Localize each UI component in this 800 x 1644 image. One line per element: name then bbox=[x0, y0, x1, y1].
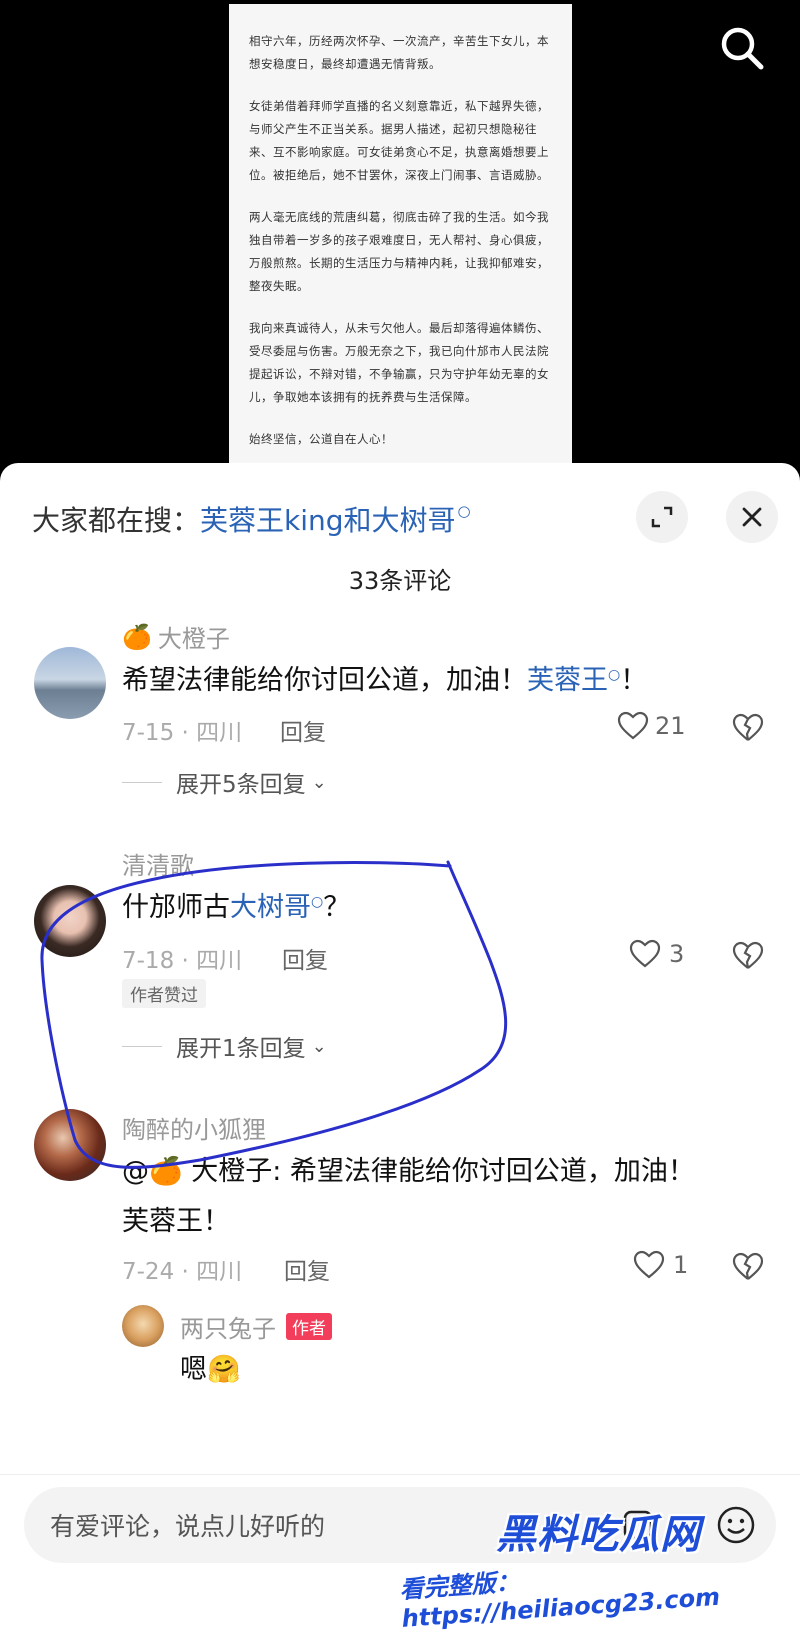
doc-paragraph: 始终坚信，公道自在人心！ bbox=[249, 432, 393, 446]
comment-date: 7-18 · 四川 bbox=[122, 948, 243, 974]
heart-icon bbox=[617, 711, 649, 740]
avatar[interactable] bbox=[122, 1305, 164, 1347]
heart-icon bbox=[629, 939, 661, 968]
orange-emoji: 🍊 bbox=[122, 622, 152, 651]
divider bbox=[0, 1474, 800, 1475]
expand-icon bbox=[651, 506, 673, 528]
dislike-button[interactable] bbox=[732, 1252, 764, 1286]
hug-emoji: 🤗 bbox=[207, 1354, 241, 1385]
search-icon: ○ bbox=[608, 667, 621, 683]
broken-heart-icon bbox=[732, 713, 764, 741]
trending-keyword[interactable]: 芙蓉王king和大树哥 bbox=[200, 499, 456, 539]
doc-paragraph: 我向来真诚待人，从未亏欠他人。最后却落得遍体鳞伤、受尽委屈与伤害。万般无奈之下，… bbox=[249, 321, 549, 404]
doc-paragraph: 相守六年，历经两次怀孕、一次流产，辛苦生下女儿，本想安稳度日，最终却遭遇无情背叛… bbox=[249, 34, 549, 71]
divider bbox=[122, 1045, 162, 1047]
close-icon bbox=[742, 507, 762, 527]
expand-button[interactable] bbox=[636, 491, 688, 543]
trending-search[interactable]: 大家都在搜： 芙蓉王king和大树哥 ○ bbox=[32, 499, 471, 539]
expand-replies[interactable]: 展开1条回复 ⌄ bbox=[122, 1029, 327, 1063]
comment-username[interactable]: 🍊 大橙子 bbox=[122, 619, 230, 654]
author-liked-badge: 作者赞过 bbox=[122, 979, 206, 1008]
avatar[interactable] bbox=[34, 1109, 106, 1181]
reply-button[interactable]: 回复 bbox=[280, 713, 326, 747]
search-icon: ○ bbox=[457, 502, 471, 520]
like-button[interactable]: 21 bbox=[617, 711, 686, 741]
comment-username[interactable]: 清清歌 bbox=[122, 846, 194, 881]
like-button[interactable]: 1 bbox=[633, 1250, 688, 1280]
comment-text: 希望法律能给你讨回公道，加油！芙蓉王○！ bbox=[122, 665, 648, 696]
reply-button[interactable]: 回复 bbox=[284, 1252, 330, 1286]
document-preview: 相守六年，历经两次怀孕、一次流产，辛苦生下女儿，本想安稳度日，最终却遭遇无情背叛… bbox=[229, 4, 572, 474]
broken-heart-icon bbox=[732, 941, 764, 969]
avatar[interactable] bbox=[34, 885, 106, 957]
doc-paragraph: 两人毫无底线的荒唐纠葛，彻底击碎了我的生活。如今我独自带着一岁多的孩子艰难度日，… bbox=[249, 210, 549, 293]
comment-text: @🍊 大橙子: 希望法律能给你讨回公道，加油！ 芙蓉王！ bbox=[122, 1156, 695, 1237]
broken-heart-icon bbox=[732, 1252, 764, 1280]
emoji-icon[interactable] bbox=[716, 1505, 756, 1545]
avatar[interactable] bbox=[34, 647, 106, 719]
author-badge: 作者 bbox=[286, 1313, 332, 1340]
expand-replies[interactable]: 展开5条回复 ⌄ bbox=[122, 765, 327, 799]
reply-button[interactable]: 回复 bbox=[282, 941, 328, 975]
like-button[interactable]: 3 bbox=[629, 939, 684, 969]
dislike-button[interactable] bbox=[732, 713, 764, 747]
search-icon[interactable] bbox=[716, 22, 768, 74]
comment-sheet: 大家都在搜： 芙蓉王king和大树哥 ○ 33条评论 🍊 大橙子 希望法律能给你… bbox=[0, 463, 800, 1644]
search-icon: ○ bbox=[311, 894, 324, 910]
divider bbox=[122, 781, 162, 783]
comment-date: 7-15 · 四川 bbox=[122, 720, 243, 746]
keyword-link[interactable]: 芙蓉王 bbox=[527, 665, 608, 696]
like-count: 21 bbox=[655, 712, 686, 740]
trending-prefix: 大家都在搜： bbox=[32, 504, 201, 537]
reply-username[interactable]: 两只兔子 作者 bbox=[180, 1309, 332, 1344]
reply-text: 嗯🤗 bbox=[180, 1354, 241, 1385]
heart-icon bbox=[633, 1250, 665, 1279]
doc-paragraph: 女徒弟借着拜师学直播的名义刻意靠近，私下越界失德，与师父产生不正当关系。据男人描… bbox=[249, 99, 549, 182]
comment-username[interactable]: 陶醉的小狐狸 bbox=[122, 1110, 266, 1145]
close-button[interactable] bbox=[726, 491, 778, 543]
like-count: 1 bbox=[673, 1251, 689, 1279]
dislike-button[interactable] bbox=[732, 941, 764, 975]
comment-date: 7-24 · 四川 bbox=[122, 1259, 243, 1285]
chevron-down-icon: ⌄ bbox=[311, 771, 327, 793]
comment-text: 什邡师古大树哥○？ bbox=[122, 892, 351, 923]
keyword-link[interactable]: 大树哥 bbox=[230, 892, 311, 923]
like-count: 3 bbox=[669, 940, 685, 968]
comment-count: 33条评论 bbox=[348, 567, 452, 595]
comment-input-placeholder: 有爱评论，说点儿好听的 bbox=[50, 1512, 326, 1541]
chevron-down-icon: ⌄ bbox=[311, 1035, 327, 1057]
